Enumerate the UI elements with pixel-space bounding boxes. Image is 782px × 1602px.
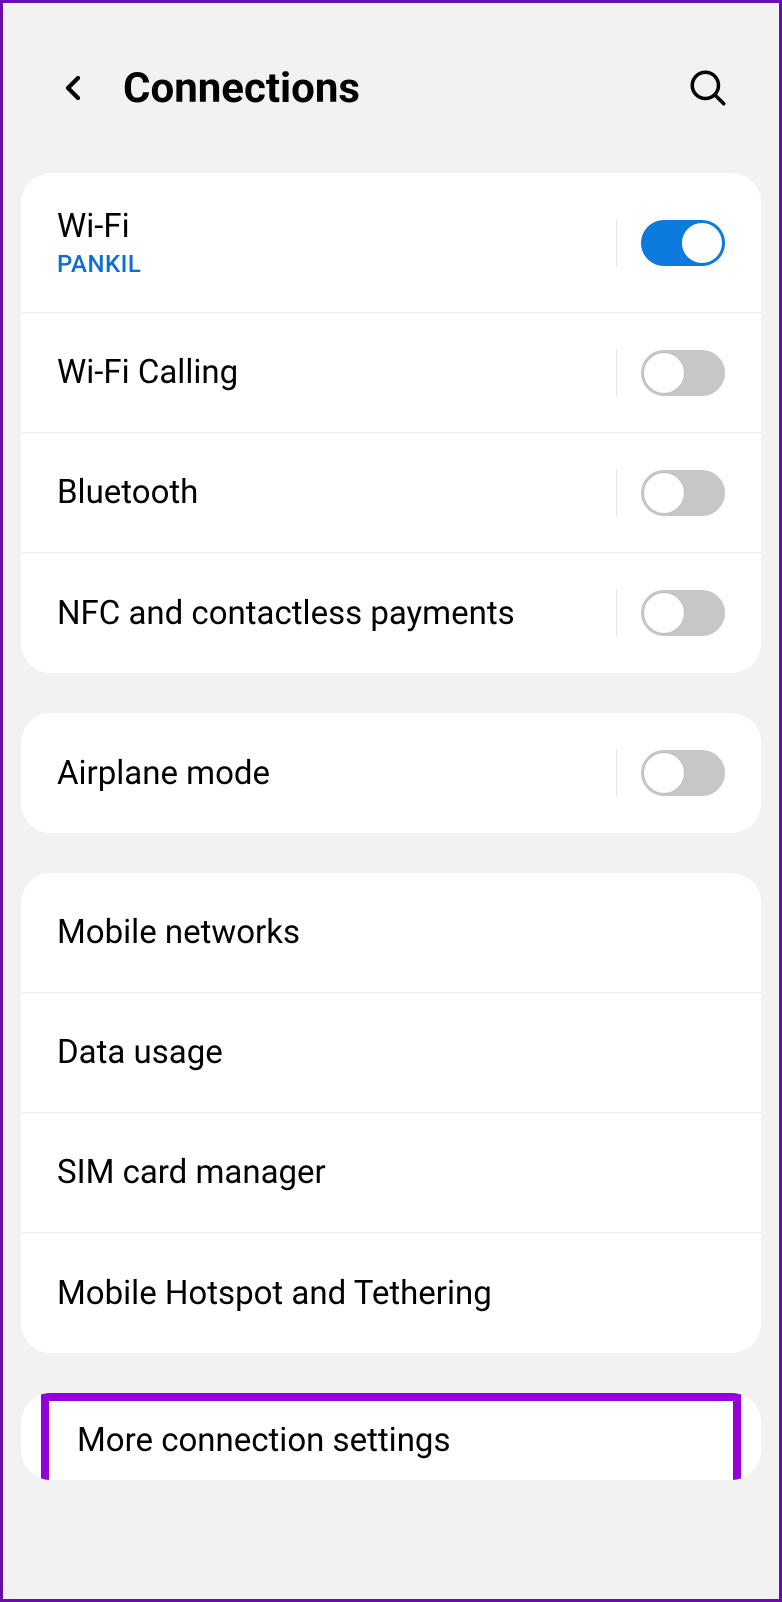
wifi-network-name: PANKIL [57, 250, 616, 278]
connections-group-3: Mobile networks Data usage SIM card mana… [21, 873, 761, 1353]
divider [616, 220, 617, 266]
connections-group-4: More connection settings [21, 1393, 761, 1480]
back-icon[interactable] [53, 68, 93, 108]
mobile-networks-row[interactable]: Mobile networks [21, 873, 761, 993]
nfc-row[interactable]: NFC and contactless payments [21, 553, 761, 673]
wifi-title: Wi-Fi [57, 207, 616, 246]
hotspot-row[interactable]: Mobile Hotspot and Tethering [21, 1233, 761, 1353]
bluetooth-title: Bluetooth [57, 473, 616, 512]
airplane-text: Airplane mode [57, 754, 616, 793]
mobile-networks-title: Mobile networks [57, 913, 725, 952]
airplane-toggle[interactable] [641, 750, 725, 796]
wifi-calling-title: Wi-Fi Calling [57, 353, 616, 392]
hotspot-title: Mobile Hotspot and Tethering [57, 1274, 725, 1313]
bluetooth-text: Bluetooth [57, 473, 616, 512]
search-icon[interactable] [687, 67, 729, 109]
mobile-networks-text: Mobile networks [57, 913, 725, 952]
airplane-title: Airplane mode [57, 754, 616, 793]
page-title: Connections [123, 64, 687, 113]
wifi-row[interactable]: Wi-Fi PANKIL [21, 173, 761, 313]
connections-group-1: Wi-Fi PANKIL Wi-Fi Calling Bluetooth NFC… [21, 173, 761, 673]
wifi-calling-row[interactable]: Wi-Fi Calling [21, 313, 761, 433]
bluetooth-row[interactable]: Bluetooth [21, 433, 761, 553]
more-text: More connection settings [77, 1421, 705, 1460]
divider [616, 750, 617, 796]
divider [616, 470, 617, 516]
more-title: More connection settings [77, 1421, 705, 1460]
data-usage-row[interactable]: Data usage [21, 993, 761, 1113]
wifi-toggle[interactable] [641, 220, 725, 266]
header: Connections [3, 3, 779, 173]
nfc-toggle[interactable] [641, 590, 725, 636]
sim-card-title: SIM card manager [57, 1153, 725, 1192]
connections-group-2: Airplane mode [21, 713, 761, 833]
divider [616, 590, 617, 636]
nfc-title: NFC and contactless payments [57, 594, 616, 633]
wifi-calling-text: Wi-Fi Calling [57, 353, 616, 392]
data-usage-text: Data usage [57, 1033, 725, 1072]
nfc-text: NFC and contactless payments [57, 594, 616, 633]
wifi-text: Wi-Fi PANKIL [57, 207, 616, 278]
sim-card-row[interactable]: SIM card manager [21, 1113, 761, 1233]
data-usage-title: Data usage [57, 1033, 725, 1072]
wifi-calling-toggle[interactable] [641, 350, 725, 396]
more-connection-settings-row[interactable]: More connection settings [41, 1393, 741, 1480]
bluetooth-toggle[interactable] [641, 470, 725, 516]
divider [616, 350, 617, 396]
hotspot-text: Mobile Hotspot and Tethering [57, 1274, 725, 1313]
airplane-mode-row[interactable]: Airplane mode [21, 713, 761, 833]
sim-card-text: SIM card manager [57, 1153, 725, 1192]
